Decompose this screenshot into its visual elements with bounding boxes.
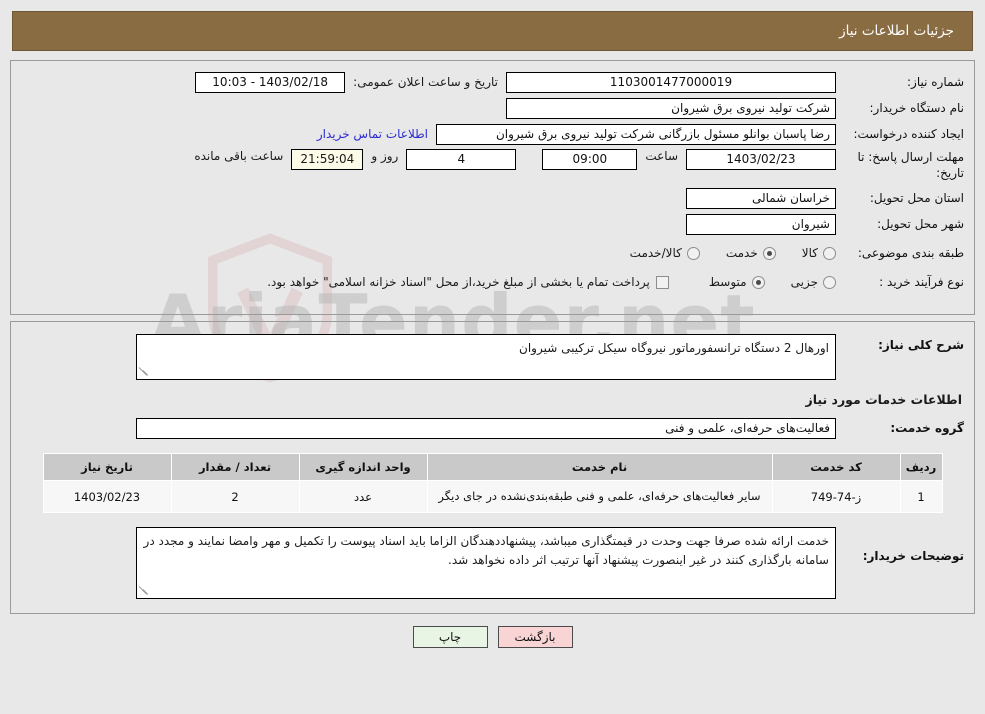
row-buyer-notes: توضیحات خریدار: خدمت ارائه شده صرفا جهت … (21, 527, 964, 600)
buyer-contact-link[interactable]: اطلاعات تماس خریدار (317, 127, 428, 141)
deadline-date-value: 1403/02/23 (686, 149, 836, 170)
th-row-no: ردیف (899, 453, 943, 481)
radio-icon[interactable] (823, 275, 836, 289)
buyer-notes-label: توضیحات خریدار: (862, 549, 964, 564)
cell-row-no: 1 (899, 479, 943, 514)
category-option-label: کالا (801, 246, 818, 261)
countdown-timer: 21:59:04 (291, 149, 364, 170)
row-buyer-org: نام دستگاه خریدار: شرکت تولید نیروی برق … (21, 97, 964, 119)
need-number-value: 1103001477000019 (506, 71, 836, 93)
province-label: استان محل تحویل: (869, 191, 964, 206)
process-label: نوع فرآیند خرید : (879, 275, 964, 290)
resize-grip-icon[interactable] (138, 586, 150, 596)
service-group-value: فعالیت‌های حرفه‌ای، علمی و فنی (136, 417, 836, 439)
category-radio-kala[interactable]: کالا (802, 246, 836, 260)
process-option-label: متوسط (708, 275, 747, 290)
cell-need-date: 1403/02/23 (42, 479, 172, 514)
summary-text: اورهال 2 دستگاه ترانسفورماتور نیروگاه سی… (519, 341, 829, 355)
radio-icon[interactable] (762, 246, 776, 260)
row-province: استان محل تحویل: خراسان شمالی (21, 187, 964, 209)
process-radio-group: جزیی متوسط (683, 275, 836, 289)
row-city: شهر محل تحویل: شیروان (21, 213, 964, 235)
deadline-time-value: 09:00 (542, 149, 638, 170)
th-unit: واحد اندازه گیری (298, 453, 428, 481)
announce-datetime-value: 1403/02/18 - 10:03 (195, 71, 346, 93)
row-category: طبقه بندی موضوعی: کالا خدمت کالا/خدمت (21, 242, 964, 264)
cell-service-code: ز-74-749 (771, 479, 901, 514)
cell-unit: عدد (298, 479, 428, 514)
th-need-date: تاریخ نیاز (42, 453, 172, 481)
category-radio-group: کالا خدمت کالا/خدمت (604, 246, 836, 260)
page-header-bar: جزئیات اطلاعات نیاز (12, 11, 973, 51)
process-radio-motevasset[interactable]: متوسط (709, 275, 765, 289)
row-service-group: گروه خدمت: فعالیت‌های حرفه‌ای، علمی و فن… (21, 417, 964, 439)
category-radio-khedmat[interactable]: خدمت (726, 246, 776, 260)
row-summary: شرح کلی نیاز: اورهال 2 دستگاه ترانسفورما… (21, 334, 964, 380)
services-section-title: اطلاعات خدمات مورد نیاز (805, 392, 963, 407)
th-service-code: کد خدمت (771, 453, 901, 481)
th-service-name: نام خدمت (426, 453, 773, 481)
back-button[interactable]: بازگشت (497, 626, 573, 649)
category-label: طبقه بندی موضوعی: (857, 246, 964, 261)
radio-icon[interactable] (823, 246, 836, 260)
radio-icon[interactable] (686, 246, 700, 260)
city-label: شهر محل تحویل: (877, 217, 964, 232)
category-option-label: کالا/خدمت (629, 246, 682, 261)
city-value: شیروان (686, 213, 836, 235)
treasury-bonds-checkbox[interactable] (655, 275, 669, 289)
cell-quantity: 2 (170, 479, 300, 514)
need-info-panel: شماره نیاز: 1103001477000019 تاریخ و ساع… (10, 60, 975, 315)
table-header-row: ردیف کد خدمت نام خدمت واحد اندازه گیری ت… (42, 453, 943, 481)
buyer-org-value: شرکت تولید نیروی برق شیروان (506, 97, 836, 119)
treasury-bonds-note: پرداخت تمام یا بخشی از مبلغ خرید،از محل … (267, 275, 650, 290)
print-button[interactable]: چاپ (412, 626, 488, 649)
page-root: جزئیات اطلاعات نیاز شماره نیاز: 11030014… (0, 11, 985, 649)
creator-label: ایجاد کننده درخواست: (853, 127, 964, 141)
service-group-label: گروه خدمت: (890, 421, 964, 435)
province-value: خراسان شمالی (686, 187, 836, 209)
deadline-time-label: ساعت (645, 149, 678, 163)
process-radio-jozei[interactable]: جزیی (791, 275, 836, 289)
table-row: 1 ز-74-749 سایر فعالیت‌های حرفه‌ای، علمی… (42, 479, 943, 514)
buyer-org-label: نام دستگاه خریدار: (869, 101, 965, 115)
creator-value: رضا پاسبان بوانلو مسئول بازرگانی شرکت تو… (436, 123, 836, 145)
remaining-days-value: 4 (406, 149, 517, 170)
process-option-label: جزیی (790, 275, 818, 290)
category-radio-kala-khedmat[interactable]: کالا/خدمت (630, 246, 700, 260)
countdown-label: ساعت باقی مانده (194, 149, 284, 163)
category-option-label: خدمت (725, 246, 758, 261)
summary-label: شرح کلی نیاز: (878, 338, 964, 352)
remaining-days-label: روز و (371, 149, 399, 163)
buyer-notes-textarea[interactable]: خدمت ارائه شده صرفا جهت وحدت در قیمتگذار… (136, 527, 836, 600)
summary-textarea[interactable]: اورهال 2 دستگاه ترانسفورماتور نیروگاه سی… (136, 334, 836, 380)
row-process: نوع فرآیند خرید : جزیی متوسط پرداخت تمام… (21, 271, 964, 293)
page-title: جزئیات اطلاعات نیاز (839, 23, 954, 39)
need-number-label: شماره نیاز: (907, 75, 964, 89)
cell-service-name: سایر فعالیت‌های حرفه‌ای، علمی و فنی طبقه… (426, 479, 773, 514)
deadline-label: مهلت ارسال پاسخ: تا تاریخ: (857, 150, 964, 181)
services-table: ردیف کد خدمت نام خدمت واحد اندازه گیری ت… (42, 453, 943, 514)
row-need-number: شماره نیاز: 1103001477000019 تاریخ و ساع… (21, 71, 964, 93)
th-quantity: تعداد / مقدار (170, 453, 300, 481)
footer-actions: بازگشت چاپ (0, 626, 985, 649)
buyer-notes-text: خدمت ارائه شده صرفا جهت وحدت در قیمتگذار… (143, 534, 829, 567)
resize-grip-icon[interactable] (138, 367, 150, 377)
radio-icon[interactable] (751, 275, 765, 289)
row-deadline: مهلت ارسال پاسخ: تا تاریخ: 1403/02/23 سا… (21, 149, 964, 181)
need-detail-panel: شرح کلی نیاز: اورهال 2 دستگاه ترانسفورما… (10, 321, 975, 615)
row-creator: ایجاد کننده درخواست: رضا پاسبان بوانلو م… (21, 123, 964, 145)
announce-datetime-label: تاریخ و ساعت اعلان عمومی: (353, 75, 498, 89)
